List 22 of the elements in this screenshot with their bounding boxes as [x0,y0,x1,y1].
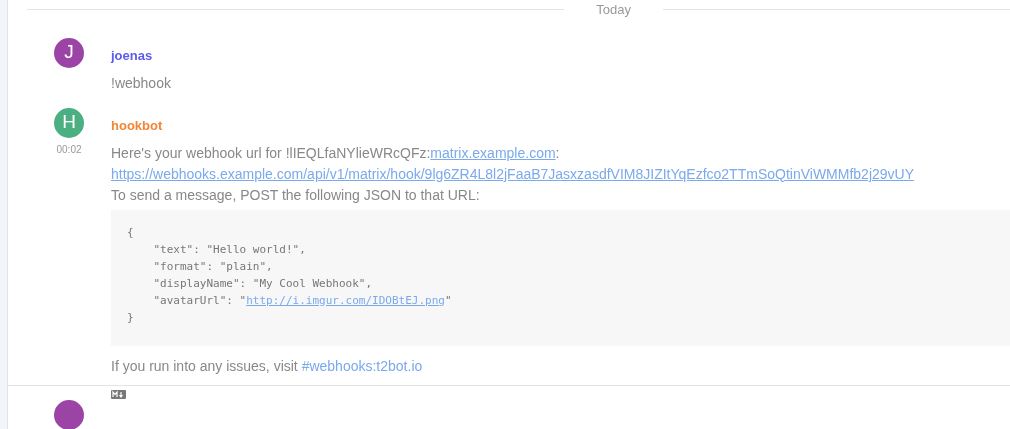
code-line: "avatarUrl": "http://i.imgur.com/IDOBtEJ.png" [152,292,452,309]
code-line: "text": "Hello world!", [152,241,306,258]
timestamp: 00:02 [56,142,82,157]
message-text: If you run into any issues, visit #webhooks:t2bot.io [111,356,424,376]
date-divider: Today [595,1,632,19]
message-text: !webhook [111,73,172,93]
avatar[interactable] [54,399,84,429]
sender-name[interactable]: hookbot [111,117,163,133]
message-text: To send a message, POST the following JSON to that URL: [111,185,481,205]
code-line: "format": "plain", [152,258,273,275]
code-line: { [127,224,134,241]
code-line: } [127,309,134,326]
avatar[interactable]: J [54,37,84,68]
link[interactable]: matrix.example.com [430,144,556,161]
markdown-icon[interactable] [111,389,126,399]
sender-name[interactable]: joenas [111,47,153,63]
link[interactable]: https://webhooks.example.com/api/v1/matrix/hook/9lg6ZR4L8l2jFaaB7JasxzasdfVIM8JIZItYqEzfco2TTmSoQtinViWMMfb2j29vUY [111,165,914,182]
link[interactable]: http://i.imgur.com/IDOBtEJ.png [246,293,445,307]
code-line: "displayName": "My Cool Webhook", [152,275,373,292]
message-text: Here's your webhook url for !lIEQLfaNYlieWRcQFz:matrix.example.com: [111,143,561,163]
room-link[interactable]: #webhooks:t2bot.io [301,357,423,374]
avatar[interactable]: H [54,107,84,138]
